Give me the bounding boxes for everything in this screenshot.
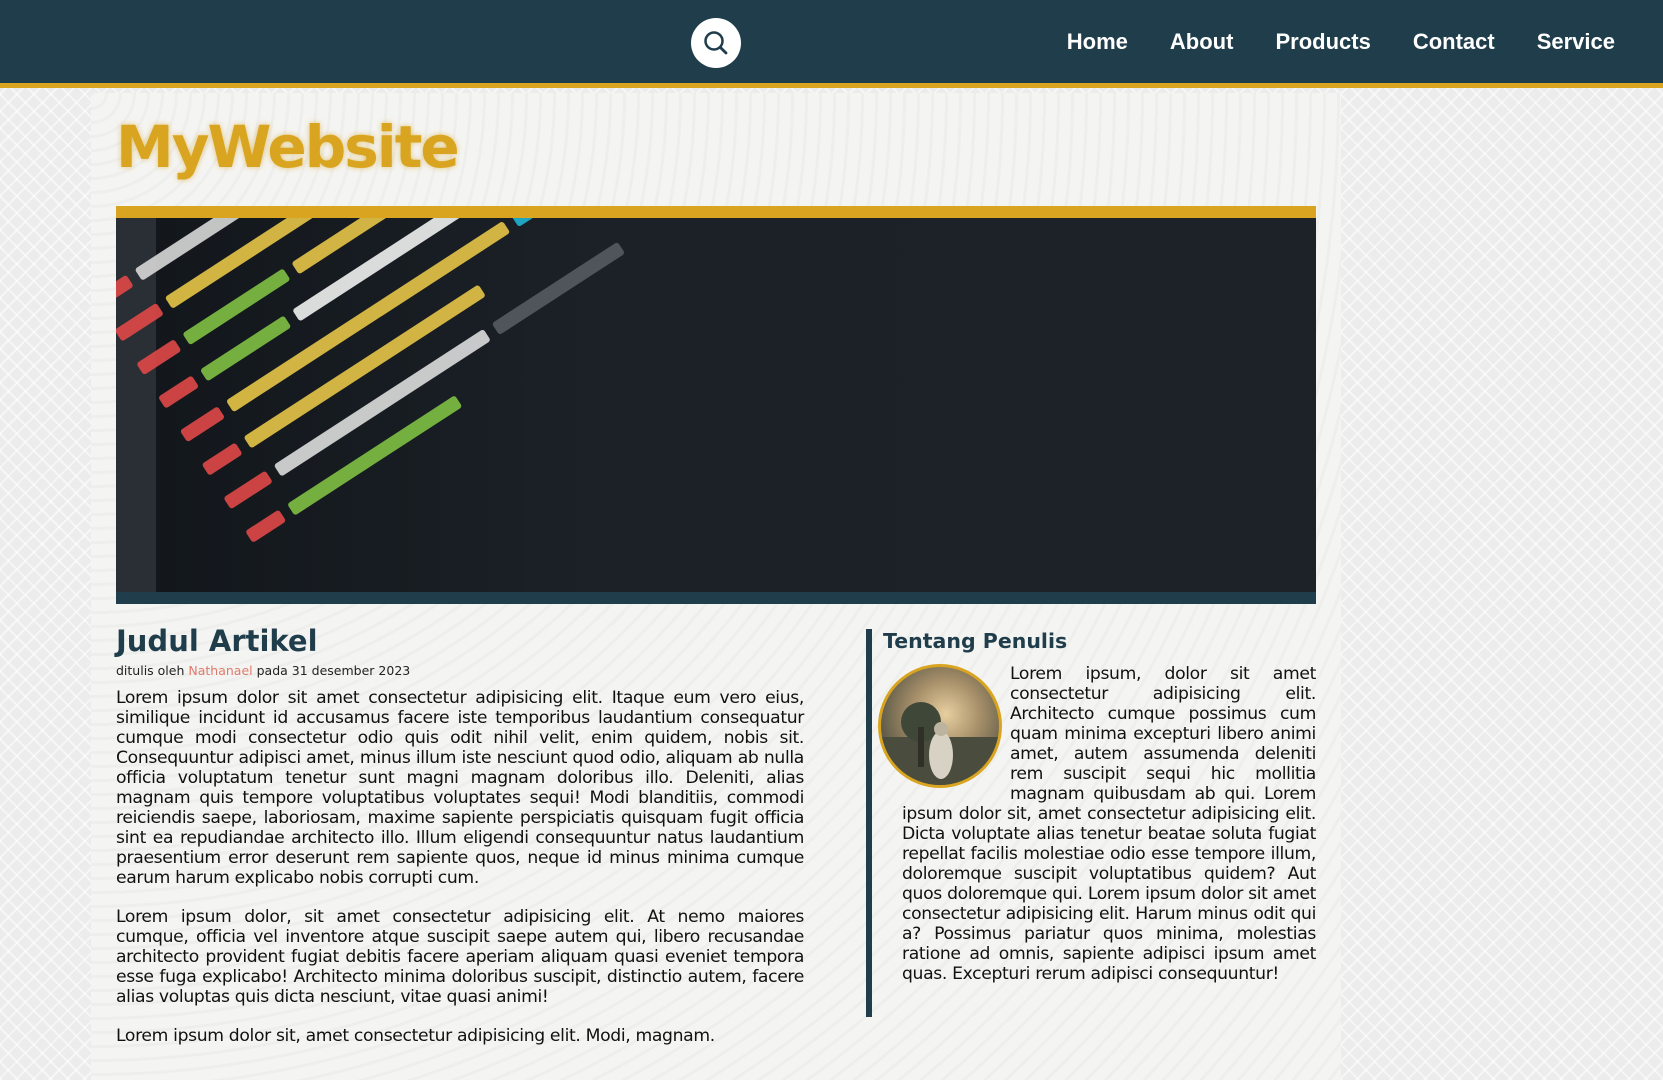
- sidebar-title: Tentang Penulis: [883, 629, 1068, 653]
- author-photo: [881, 702, 999, 785]
- search-icon: [704, 31, 728, 55]
- byline-suffix: pada 31 desember 2023: [256, 663, 411, 678]
- article-byline: ditulis oleh Nathanael pada 31 desember …: [116, 663, 804, 678]
- article-paragraph: Lorem ipsum dolor sit, amet consectetur …: [116, 1026, 715, 1046]
- author-link[interactable]: Nathanael: [188, 663, 252, 678]
- hero-image: [116, 206, 1316, 604]
- navbar: Home About Products Contact Service: [0, 0, 1663, 88]
- article-paragraph: Lorem ipsum dolor sit amet consectetur a…: [116, 688, 804, 888]
- nav-link-about[interactable]: About: [1170, 29, 1234, 55]
- author-sidebar: Tentang Penulis Lorem ipsum, dolor sit a…: [866, 629, 1316, 1017]
- author-avatar: [878, 664, 1002, 788]
- article-title: Judul Artikel: [116, 624, 318, 658]
- article-paragraph: Lorem ipsum dolor, sit amet consectetur …: [116, 907, 804, 1007]
- nav-link-home[interactable]: Home: [1067, 29, 1128, 55]
- nav-link-contact[interactable]: Contact: [1413, 29, 1495, 55]
- sidebar-body: Lorem ipsum, dolor sit amet consectetur …: [878, 664, 1316, 984]
- page-container: MyWebsite Judul Artikel ditulis oleh Nat…: [91, 93, 1341, 1080]
- article: Judul Artikel ditulis oleh Nathanael pad…: [116, 623, 804, 1065]
- byline-prefix: ditulis oleh: [116, 663, 185, 678]
- main-nav: Home About Products Contact Service: [1067, 0, 1615, 83]
- nav-link-products[interactable]: Products: [1275, 29, 1370, 55]
- nav-link-service[interactable]: Service: [1537, 29, 1615, 55]
- site-title: MyWebsite: [116, 113, 460, 181]
- code-screen-illustration: [116, 218, 624, 592]
- search-button[interactable]: [691, 18, 741, 68]
